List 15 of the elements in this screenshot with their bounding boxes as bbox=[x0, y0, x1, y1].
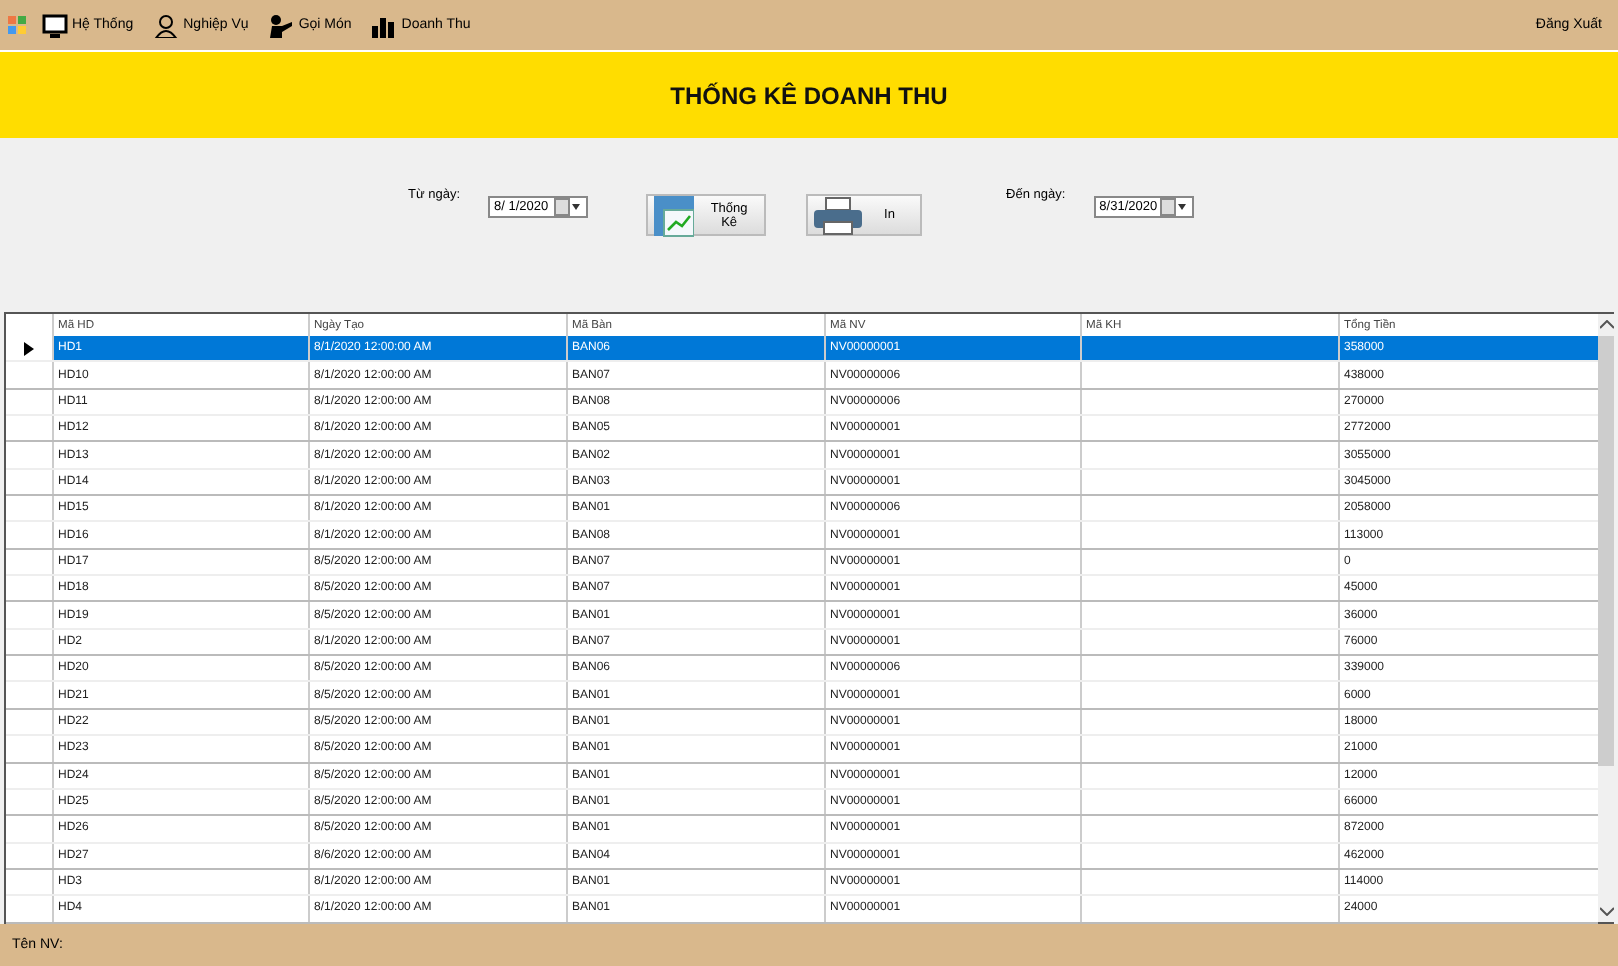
user-icon bbox=[153, 13, 180, 37]
app-icon bbox=[8, 16, 26, 34]
scrollbar[interactable] bbox=[1598, 314, 1614, 922]
scroll-thumb[interactable] bbox=[1598, 336, 1614, 766]
report-chart-icon bbox=[652, 193, 695, 237]
waiter-icon bbox=[268, 13, 295, 37]
scroll-down-icon[interactable] bbox=[1599, 906, 1613, 916]
row-pointer-icon bbox=[24, 341, 34, 356]
printer-icon bbox=[812, 195, 865, 235]
bar-chart-icon bbox=[371, 13, 398, 37]
monitor-icon bbox=[42, 13, 68, 37]
page-title: THỐNG KÊ DOANH THU bbox=[670, 81, 948, 109]
calendar-dropdown-icon bbox=[554, 198, 583, 216]
scroll-up-icon[interactable] bbox=[1599, 320, 1613, 330]
calendar-dropdown-icon bbox=[1159, 198, 1188, 216]
